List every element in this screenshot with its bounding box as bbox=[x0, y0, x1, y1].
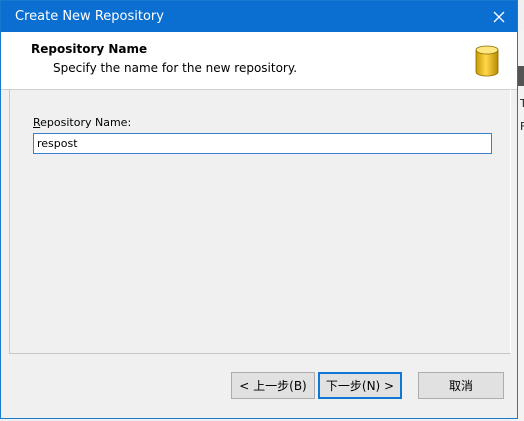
create-repository-dialog: Create New Repository Repository Name Sp… bbox=[0, 0, 518, 419]
wizard-header: Repository Name Specify the name for the… bbox=[1, 32, 517, 90]
next-button[interactable]: 下一步(N) > bbox=[318, 372, 402, 399]
close-icon bbox=[493, 11, 505, 22]
background-text: F bbox=[520, 120, 524, 133]
background-scrollbar bbox=[518, 66, 524, 86]
repository-name-label: Repository Name: bbox=[33, 116, 132, 129]
close-button[interactable] bbox=[481, 1, 517, 32]
page-title: Repository Name bbox=[31, 42, 148, 56]
window-title: Create New Repository bbox=[15, 9, 164, 24]
back-button[interactable]: < 上一步(B) bbox=[231, 372, 315, 399]
title-bar[interactable]: Create New Repository bbox=[1, 1, 517, 32]
wizard-content: Repository Name: bbox=[9, 89, 511, 354]
repository-name-input[interactable] bbox=[33, 133, 492, 154]
page-subtitle: Specify the name for the new repository. bbox=[53, 61, 298, 75]
cancel-button[interactable]: 取消 bbox=[418, 372, 504, 399]
database-icon bbox=[475, 45, 499, 77]
background-text: T bbox=[520, 97, 524, 110]
